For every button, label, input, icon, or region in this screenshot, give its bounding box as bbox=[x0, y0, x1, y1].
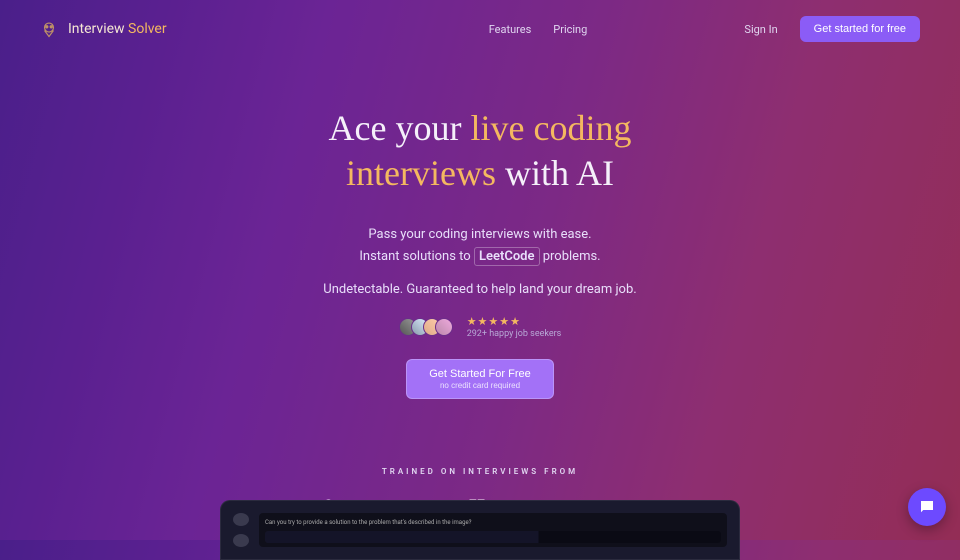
star-rating: ★★★★★ bbox=[467, 315, 521, 328]
hero-title: Ace your live coding interviews with AI bbox=[0, 106, 960, 196]
get-started-header-button[interactable]: Get started for free bbox=[800, 16, 920, 42]
signin-link[interactable]: Sign In bbox=[744, 23, 777, 36]
get-started-main-button[interactable]: Get Started For Free no credit card requ… bbox=[406, 359, 553, 399]
nav-links: Features Pricing bbox=[489, 23, 588, 36]
owl-icon bbox=[40, 20, 58, 38]
avatar-stack bbox=[399, 318, 453, 336]
demo-screenshot: Can you try to provide a solution to the… bbox=[220, 500, 740, 560]
demo-screenshot-inner bbox=[265, 531, 721, 543]
nav-pricing[interactable]: Pricing bbox=[553, 23, 587, 36]
demo-prompt: Can you try to provide a solution to the… bbox=[265, 519, 721, 526]
demo-mic-icon bbox=[233, 513, 249, 526]
leetcode-badge: LeetCode bbox=[474, 247, 540, 266]
trained-label: TRAINED ON INTERVIEWS FROM bbox=[0, 467, 960, 476]
nav-features[interactable]: Features bbox=[489, 23, 532, 36]
chat-icon bbox=[918, 498, 936, 516]
brand-logo[interactable]: Interview Solver bbox=[40, 20, 167, 38]
chat-widget-button[interactable] bbox=[908, 488, 946, 526]
social-proof: ★★★★★ 292+ happy job seekers bbox=[0, 315, 960, 339]
seeker-count: 292+ happy job seekers bbox=[467, 329, 562, 339]
hero-subtitle: Pass your coding interviews with ease. I… bbox=[0, 224, 960, 268]
avatar bbox=[435, 318, 453, 336]
demo-tool-icon bbox=[233, 534, 249, 547]
brand-name: Interview Solver bbox=[68, 21, 167, 37]
hero-tagline: Undetectable. Guaranteed to help land yo… bbox=[0, 282, 960, 297]
